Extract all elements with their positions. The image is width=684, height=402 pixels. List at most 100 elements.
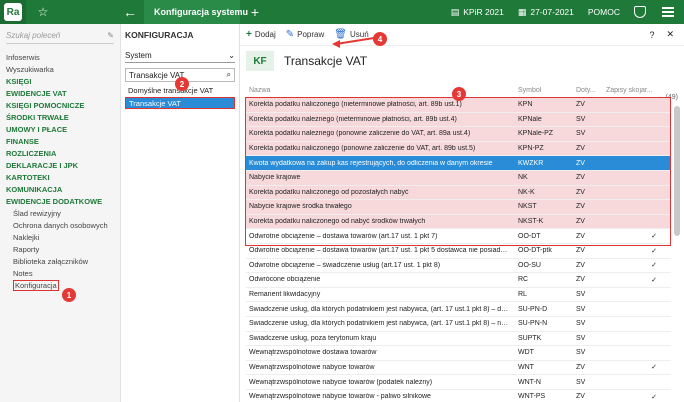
- close-icon[interactable]: ✕: [666, 29, 674, 40]
- config-category-value: System: [125, 51, 152, 60]
- sidebar-item[interactable]: KSIĘGI: [6, 76, 114, 88]
- cell-name: Odwrotne obciążenie – świadczenie usług …: [249, 261, 441, 269]
- new-tab-plus-icon[interactable]: +: [240, 4, 270, 20]
- book-icon: ▤: [450, 6, 460, 17]
- config-title: KONFIGURACJA: [125, 30, 194, 40]
- callout-badge-3: 3: [452, 87, 466, 101]
- sidebar-item[interactable]: ROZLICZENIA: [6, 148, 114, 160]
- table-row[interactable]: Wewnątrzwspólnotowe nabycie towarów - pa…: [246, 390, 671, 402]
- col-header-symbol[interactable]: Symbol: [514, 87, 572, 94]
- sidebar-item-label: DEKLARACJE I JPK: [6, 161, 79, 170]
- cell-dot: SV: [576, 320, 586, 328]
- app-logo[interactable]: Ra: [0, 0, 26, 24]
- cell-name: Odwrotne obciążenie – dostawa towarów (a…: [249, 247, 508, 255]
- date-button[interactable]: ▦ 27-07-2021: [518, 7, 574, 18]
- sidebar-item[interactable]: Ślad rewizyjny: [6, 208, 114, 220]
- cell-zap: ✓: [651, 247, 657, 255]
- cell-name: Wewnątrzwspólnotowe dostawa towarów: [249, 349, 377, 357]
- col-header-zapisy[interactable]: Zapisy skojar...: [602, 87, 671, 94]
- table-row[interactable]: Świadczenie usług, dla których podatniki…: [246, 302, 671, 317]
- back-arrow-icon[interactable]: ←: [116, 4, 144, 20]
- cell-name: Wewnątrzwspólnotowe nabycie towarów: [249, 363, 375, 371]
- sidebar-item-label: Ślad rewizyjny: [13, 209, 61, 218]
- table-row[interactable]: Odwrotne obciążenie – dostawa towarów (a…: [246, 244, 671, 259]
- sidebar-item[interactable]: Raporty: [6, 244, 114, 256]
- sidebar-item[interactable]: Naklejki: [6, 232, 114, 244]
- sidebar-item[interactable]: UMOWY I PŁACE: [6, 124, 114, 136]
- sidebar-item[interactable]: Infoserwis: [6, 52, 114, 64]
- cell-dot: ZV: [576, 247, 585, 255]
- cell-symbol: SU-PN-D: [518, 305, 548, 313]
- sidebar-item-label: KSIĘGI: [6, 77, 32, 86]
- table-row[interactable]: Świadczenie usług, poza terytorium kraju…: [246, 332, 671, 347]
- col-header-name[interactable]: Nazwa: [246, 87, 514, 94]
- sidebar-item[interactable]: EWIDENCJE VAT: [6, 88, 114, 100]
- plus-icon: +: [246, 29, 252, 40]
- scrollbar-thumb[interactable]: [674, 106, 680, 236]
- config-list-item[interactable]: Transakcje VAT: [125, 97, 235, 109]
- sidebar-item[interactable]: KSIĘGI POMOCNICZE: [6, 100, 114, 112]
- sidebar-item-label: Notes: [13, 269, 33, 278]
- cell-symbol: WDT: [518, 349, 534, 357]
- edit-button[interactable]: ✎ Popraw: [286, 29, 325, 40]
- sidebar-item[interactable]: FINANSE: [6, 136, 114, 148]
- command-search-input[interactable]: Szukaj poleceń ✎: [6, 28, 114, 44]
- pencil-icon: ✎: [285, 29, 295, 40]
- table-row[interactable]: Wewnątrzwspólnotowe nabycie towarów (pod…: [246, 375, 671, 390]
- add-button[interactable]: + Dodaj: [246, 29, 276, 40]
- cell-symbol: WNT: [518, 363, 534, 371]
- sidebar-item-label: Wyszukiwarka: [6, 65, 54, 74]
- cell-symbol: OO-SU: [518, 261, 541, 269]
- table-row[interactable]: Odwrócone obciążenie RC ZV ✓: [246, 273, 671, 288]
- page-header: KF Transakcje VAT: [240, 46, 684, 76]
- cell-symbol: RC: [518, 276, 529, 284]
- star-icon[interactable]: ☆: [26, 5, 60, 19]
- sidebar-item[interactable]: DEKLARACJE I JPK: [6, 160, 114, 172]
- cell-name: Wewnątrzwspólnotowe nabycie towarów (pod…: [249, 378, 433, 386]
- tab-konfiguracja-systemu[interactable]: Konfiguracja systemu: [144, 0, 248, 24]
- cell-symbol: WNT-PS: [518, 393, 546, 401]
- sidebar-item[interactable]: KOMUNIKACJA: [6, 184, 114, 196]
- sidebar-item[interactable]: Ochrona danych osobowych: [6, 220, 114, 232]
- help-icon[interactable]: ?: [649, 30, 654, 40]
- sidebar-item[interactable]: Notes: [6, 268, 114, 280]
- cell-dot: ZV: [576, 276, 585, 284]
- sidebar-item-label: Konfiguracja: [13, 280, 59, 291]
- table-row[interactable]: Remanent likwidacyjny RL SV: [246, 288, 671, 303]
- menu-icon[interactable]: [662, 5, 674, 20]
- cell-symbol: RL: [518, 291, 527, 299]
- add-label: Dodaj: [254, 30, 276, 39]
- config-category-select[interactable]: System ⌄: [125, 49, 235, 63]
- callout-badge-1: 1: [62, 288, 76, 302]
- logo-text: Ra: [4, 3, 22, 21]
- table-row[interactable]: Odwrotne obciążenie – świadczenie usług …: [246, 259, 671, 274]
- chevron-down-icon: ⌄: [228, 51, 235, 60]
- col-header-doty[interactable]: Doty...: [572, 87, 602, 94]
- sidebar-item-label: Raporty: [13, 245, 40, 254]
- cell-dot: SV: [576, 291, 586, 299]
- sidebar-item[interactable]: Biblioteka załączników: [6, 256, 114, 268]
- cell-name: Odwrócone obciążenie: [249, 276, 321, 284]
- help-button[interactable]: POMOC: [588, 7, 620, 17]
- app-name-button[interactable]: ▤ KPiR 2021: [451, 7, 504, 18]
- shield-icon[interactable]: [634, 6, 646, 18]
- sidebar-item[interactable]: ŚRODKI TRWAŁE: [6, 112, 114, 124]
- sidebar-item[interactable]: Konfiguracja: [6, 280, 114, 292]
- sidebar-item-label: KARTOTEKI: [6, 173, 50, 182]
- table-row[interactable]: Świadczenie usług, dla których podatniki…: [246, 317, 671, 332]
- sidebar: Szukaj poleceń ✎ Infoserwis Wyszukiwarka K…: [0, 24, 121, 402]
- table-row[interactable]: Wewnątrzwspólnotowe dostawa towarów WDT SV: [246, 346, 671, 361]
- cell-symbol: OO-DT-ptk: [518, 247, 552, 255]
- table-row[interactable]: Wewnątrzwspólnotowe nabycie towarów WNT ZV…: [246, 361, 671, 376]
- sidebar-item-label: FINANSE: [6, 137, 39, 146]
- callout-arrow: [332, 37, 375, 48]
- pin-icon[interactable]: ✎: [107, 31, 114, 40]
- cell-symbol: WNT-N: [518, 378, 541, 386]
- sidebar-item[interactable]: KARTOTEKI: [6, 172, 114, 184]
- search-icon: ⌕: [226, 70, 231, 79]
- sidebar-item[interactable]: EWIDENCJE DODATKOWE: [6, 196, 114, 208]
- date-text: 27-07-2021: [530, 7, 574, 17]
- cell-name: Świadczenie usług, dla których podatniki…: [249, 320, 509, 328]
- sidebar-item-label: ŚRODKI TRWAŁE: [6, 113, 69, 122]
- sidebar-item[interactable]: Wyszukiwarka: [6, 64, 114, 76]
